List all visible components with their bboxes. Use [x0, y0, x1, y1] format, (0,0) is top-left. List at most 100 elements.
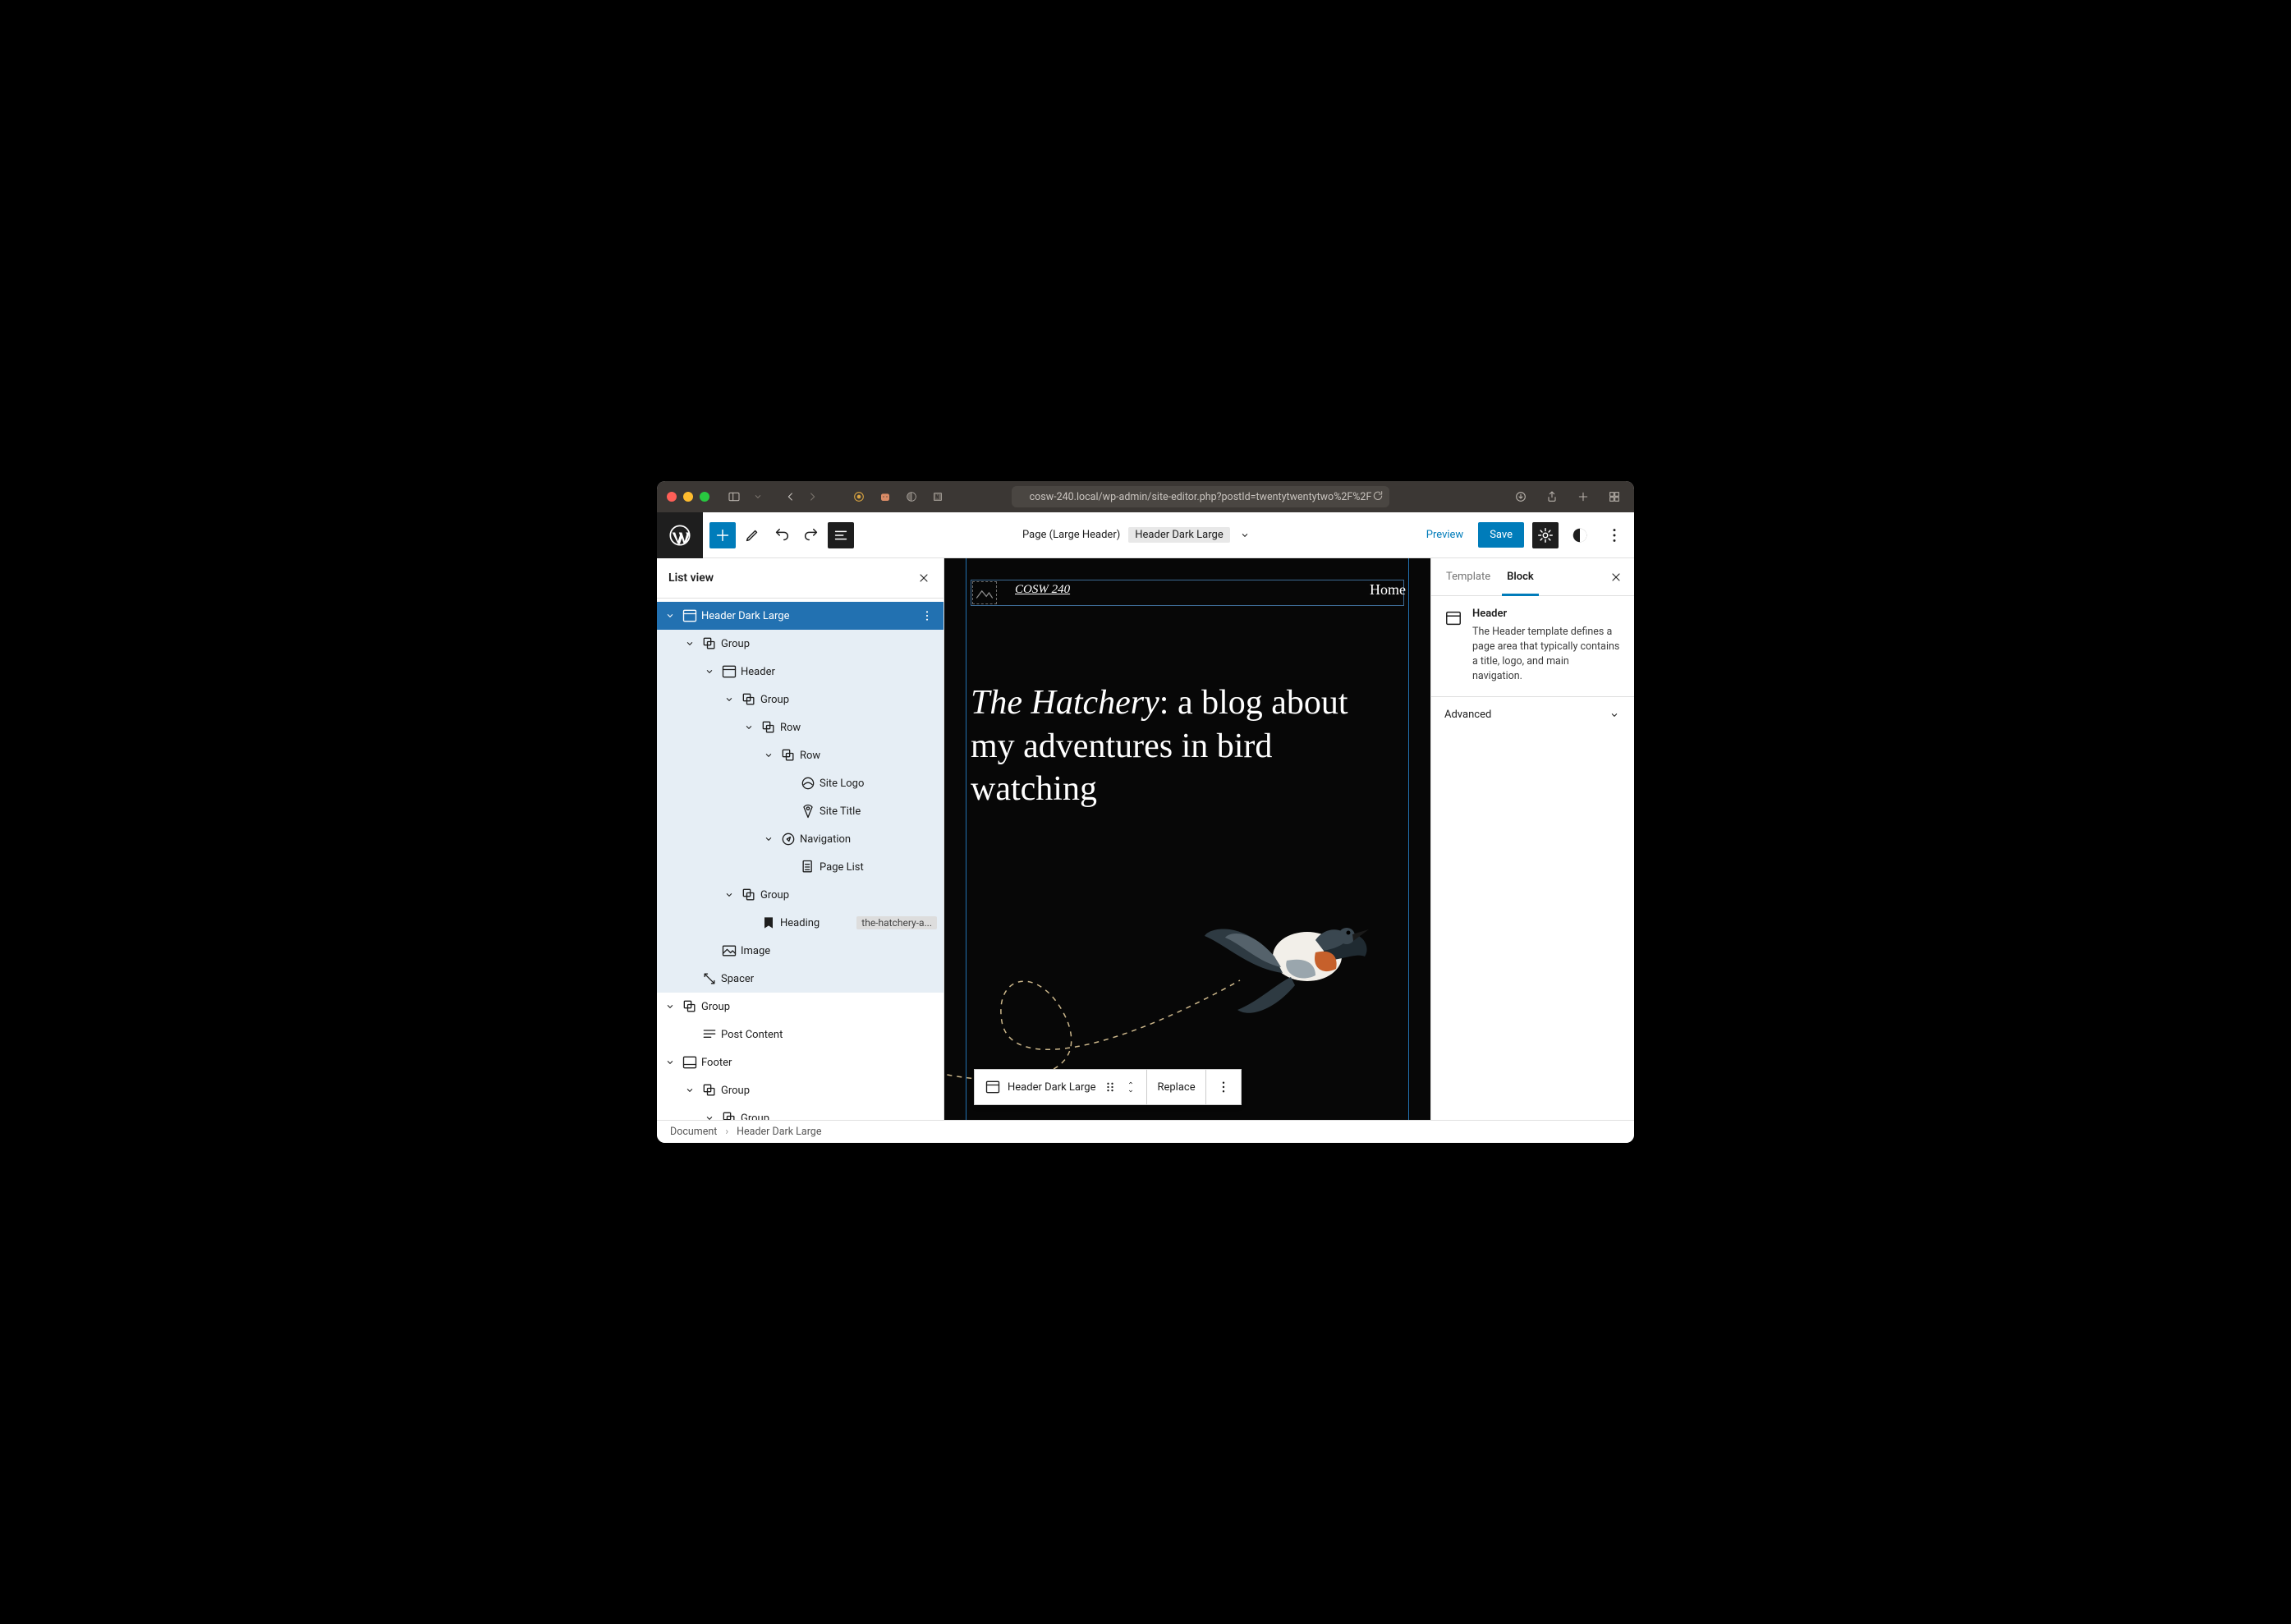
- back-icon[interactable]: [783, 488, 798, 506]
- ext-icon-3[interactable]: [902, 487, 921, 507]
- caret-icon[interactable]: [680, 1084, 700, 1097]
- caret-icon[interactable]: [759, 749, 778, 762]
- save-button[interactable]: Save: [1478, 522, 1524, 548]
- breadcrumb-item[interactable]: Document: [670, 1126, 717, 1138]
- hero-heading[interactable]: The Hatchery: a blog about my adventures…: [971, 681, 1398, 811]
- replace-button[interactable]: Replace: [1147, 1070, 1205, 1104]
- tree-label: Group: [719, 638, 937, 650]
- reload-icon[interactable]: [1371, 489, 1384, 506]
- breadcrumb-item[interactable]: Header Dark Large: [737, 1126, 821, 1138]
- inspector-close-button[interactable]: [1605, 571, 1628, 584]
- tree-label: Site Logo: [818, 778, 937, 790]
- caret-icon[interactable]: [700, 665, 719, 678]
- editor-canvas[interactable]: COSW 240 Home The Hatchery: a blog about…: [944, 558, 1430, 1120]
- tree-label: Post Content: [719, 1029, 937, 1041]
- tree-node-group[interactable]: Group: [657, 881, 943, 909]
- tree-node-spacer[interactable]: Spacer: [657, 965, 943, 993]
- tree-node-options[interactable]: [917, 609, 937, 622]
- ext-icon-4[interactable]: [928, 487, 948, 507]
- listview-tree[interactable]: Header Dark LargeGroupHeaderGroupRowRowS…: [657, 599, 943, 1120]
- address-bar[interactable]: cosw-240.local/wp-admin/site-editor.php?…: [1012, 486, 1389, 507]
- tree-node-header-dark-large[interactable]: Header Dark Large: [657, 602, 943, 630]
- caret-icon[interactable]: [759, 833, 778, 846]
- tree-node-heading[interactable]: Headingthe-hatchery-a...: [657, 909, 943, 937]
- tree-node-group[interactable]: Group: [657, 1104, 943, 1120]
- caret-icon[interactable]: [660, 609, 680, 622]
- header-icon: [680, 608, 700, 624]
- group-icon: [700, 1082, 719, 1099]
- options-button[interactable]: [1601, 522, 1628, 548]
- styles-button[interactable]: [1567, 522, 1593, 548]
- tree-node-group[interactable]: Group: [657, 686, 943, 713]
- tree-label: Row: [798, 750, 937, 762]
- caret-icon[interactable]: [660, 1000, 680, 1013]
- tree-node-group[interactable]: Group: [657, 630, 943, 658]
- move-down-icon[interactable]: [1125, 1087, 1136, 1095]
- document-title[interactable]: Page (Large Header) Header Dark Large: [854, 527, 1420, 543]
- zoom-window-icon[interactable]: [700, 492, 709, 502]
- site-title-text[interactable]: COSW 240: [1015, 583, 1070, 597]
- listview-toggle-button[interactable]: [828, 522, 854, 548]
- advanced-panel-toggle[interactable]: Advanced: [1431, 697, 1634, 733]
- close-window-icon[interactable]: [667, 492, 677, 502]
- forward-icon[interactable]: [805, 488, 820, 506]
- group-icon: [739, 691, 759, 708]
- preview-button[interactable]: Preview: [1420, 524, 1470, 546]
- edit-tool-button[interactable]: [739, 522, 765, 548]
- tree-node-navigation[interactable]: Navigation: [657, 825, 943, 853]
- ext-icon-2[interactable]: [875, 487, 895, 507]
- tree-node-post-content[interactable]: Post Content: [657, 1021, 943, 1048]
- inserter-button[interactable]: [709, 522, 736, 548]
- tree-node-site-logo[interactable]: Site Logo: [657, 769, 943, 797]
- caret-icon[interactable]: [700, 1112, 719, 1120]
- wordpress-logo-icon[interactable]: [657, 512, 703, 558]
- tab-template[interactable]: Template: [1438, 558, 1499, 595]
- postcontent-icon: [700, 1026, 719, 1043]
- tree-node-site-title[interactable]: Site Title: [657, 797, 943, 825]
- sitelogo-icon: [798, 775, 818, 791]
- downloads-icon[interactable]: [1511, 487, 1531, 507]
- group-icon: [700, 635, 719, 652]
- chevron-down-icon[interactable]: [1238, 529, 1251, 542]
- caret-icon[interactable]: [719, 888, 739, 901]
- tab-block[interactable]: Block: [1499, 558, 1542, 595]
- block-options-button[interactable]: [1206, 1070, 1241, 1104]
- nav-item-home[interactable]: Home: [1370, 581, 1406, 599]
- tree-node-footer[interactable]: Footer: [657, 1048, 943, 1076]
- tree-label: Group: [700, 1001, 937, 1013]
- tree-node-row[interactable]: Row: [657, 713, 943, 741]
- listview-close-button[interactable]: [916, 570, 932, 586]
- block-toolbar[interactable]: Header Dark Large Replace: [974, 1069, 1242, 1105]
- caret-icon[interactable]: [739, 721, 759, 734]
- caret-icon[interactable]: [719, 693, 739, 706]
- caret-icon[interactable]: [660, 1056, 680, 1069]
- listview-title: List view: [668, 571, 714, 585]
- tab-overview-icon[interactable]: [1605, 487, 1624, 507]
- tree-node-group[interactable]: Group: [657, 993, 943, 1021]
- image-icon: [719, 943, 739, 959]
- minimize-window-icon[interactable]: [683, 492, 693, 502]
- tree-node-row[interactable]: Row: [657, 741, 943, 769]
- tree-node-header[interactable]: Header: [657, 658, 943, 686]
- sidebar-toggle-icon[interactable]: [724, 487, 744, 507]
- tree-node-image[interactable]: Image: [657, 937, 943, 965]
- tree-node-group[interactable]: Group: [657, 1076, 943, 1104]
- tree-node-page-list[interactable]: Page List: [657, 853, 943, 881]
- tab-dropdown-icon[interactable]: [751, 488, 765, 506]
- share-icon[interactable]: [1542, 487, 1562, 507]
- hero-italic: The Hatchery: [971, 684, 1159, 722]
- new-tab-icon[interactable]: [1573, 487, 1593, 507]
- ext-icon-1[interactable]: [849, 487, 869, 507]
- move-up-icon[interactable]: [1125, 1079, 1136, 1087]
- template-part-pill: Header Dark Large: [1128, 527, 1229, 543]
- template-name: Page (Large Header): [1022, 529, 1120, 541]
- undo-button[interactable]: [769, 522, 795, 548]
- caret-icon[interactable]: [680, 637, 700, 650]
- row-icon: [778, 747, 798, 764]
- site-logo-placeholder[interactable]: [972, 581, 997, 604]
- traffic-lights[interactable]: [667, 492, 709, 502]
- settings-button[interactable]: [1532, 522, 1559, 548]
- drag-handle-icon[interactable]: [1102, 1079, 1118, 1095]
- redo-button[interactable]: [798, 522, 824, 548]
- group-icon: [719, 1110, 739, 1120]
